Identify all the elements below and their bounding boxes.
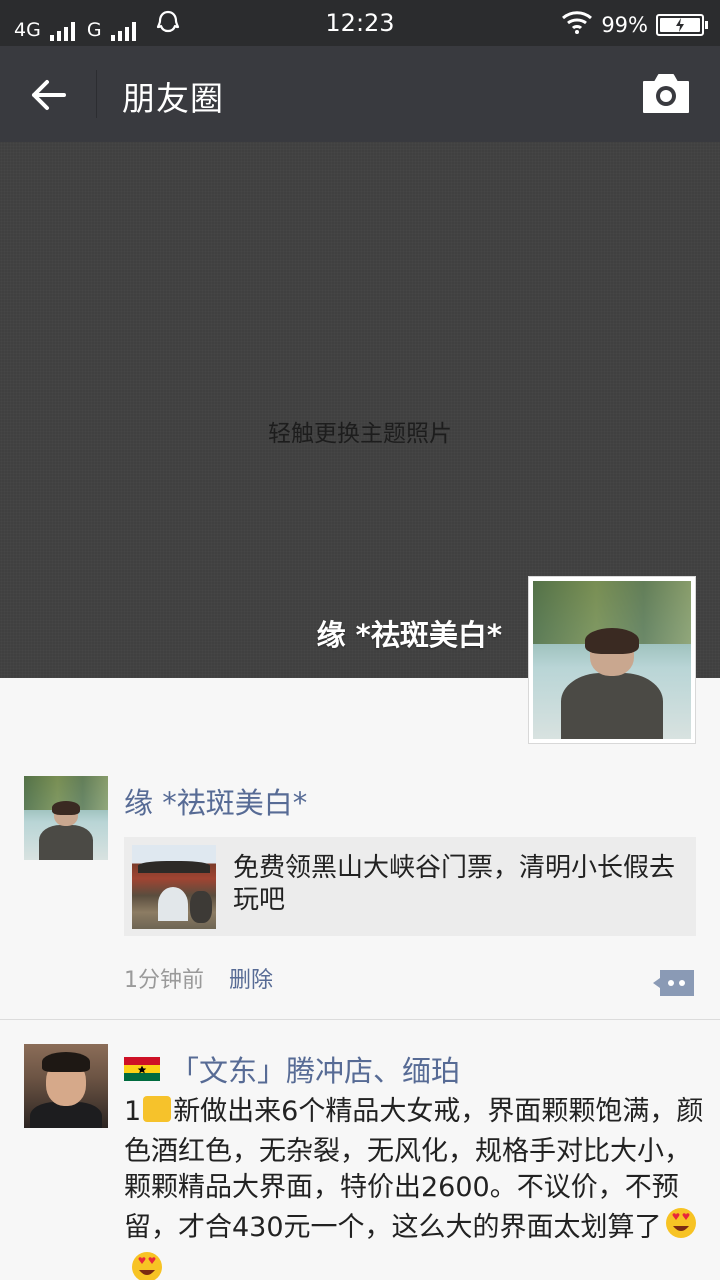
avatar-photo (533, 581, 691, 739)
post-author-name[interactable]: 「文东」腾冲店、缅珀 (124, 1048, 460, 1090)
comment-icon (653, 970, 694, 996)
heart-eyes-emoji-icon (664, 1206, 698, 1250)
link-thumbnail (132, 845, 216, 929)
cover-hint: 轻触更换主题照片 (268, 421, 452, 447)
link-card[interactable]: 免费领黑山大峡谷门票，清明小长假去玩吧 (124, 837, 696, 936)
post-avatar[interactable] (24, 1044, 108, 1128)
post-body-prefix: 1 (124, 1096, 142, 1127)
post-author-name[interactable]: 缘 *祛斑美白* (124, 780, 307, 822)
battery-percent: 99% (601, 12, 648, 37)
status-bar: 4G G 12:23 99% (0, 0, 720, 46)
wifi-icon (561, 10, 593, 39)
ghana-flag-icon (124, 1054, 160, 1081)
post-body: 1 新做出来6个精品大女戒，界面颗颗饱满，颜色酒红色，无杂裂，无风化，规格手对比大… (124, 1094, 704, 1280)
link-title: 免费领黑山大峡谷门票，清明小长假去玩吧 (233, 853, 676, 915)
status-right: 99% (561, 10, 708, 39)
camera-icon (643, 74, 689, 113)
avatar-photo (24, 776, 108, 860)
profile-avatar[interactable] (528, 576, 696, 744)
post-time: 1分钟前 (124, 968, 204, 993)
comment-button[interactable] (652, 968, 696, 998)
nav-bar: 朋友圈 (0, 46, 720, 142)
post-body-text: 新做出来6个精品大女戒，界面颗颗饱满，颜色酒红色，无杂裂，无风化，规格手对比大小… (124, 1096, 704, 1243)
back-button[interactable] (24, 70, 74, 120)
post-divider (0, 1019, 720, 1020)
back-arrow-icon (32, 80, 66, 110)
page-title: 朋友圈 (122, 79, 224, 118)
yellow-square-icon (141, 1094, 173, 1134)
post-author-label: 「文东」腾冲店、缅珀 (170, 1054, 461, 1088)
battery-icon (656, 13, 708, 36)
nav-divider (96, 70, 97, 118)
post-avatar[interactable] (24, 776, 108, 860)
profile-username: 缘 *祛斑美白* (316, 618, 502, 652)
delete-button[interactable]: 删除 (229, 962, 273, 994)
heart-eyes-emoji-icon (130, 1250, 164, 1280)
camera-button[interactable] (640, 72, 692, 116)
